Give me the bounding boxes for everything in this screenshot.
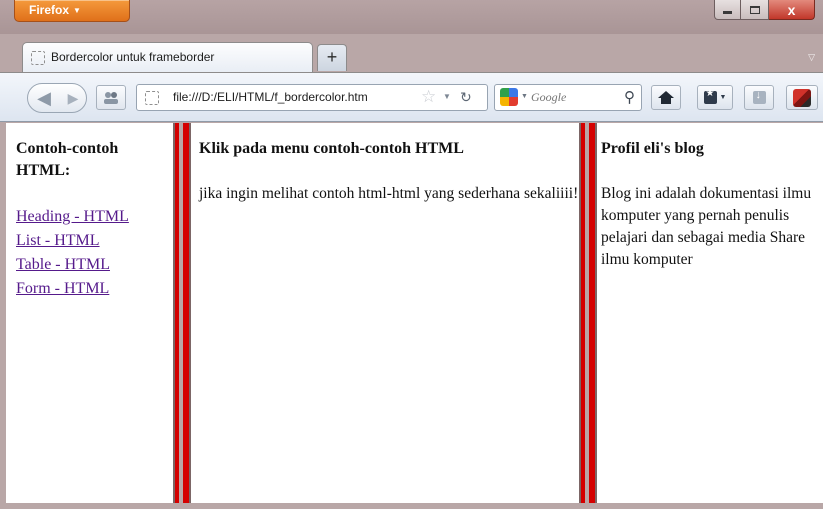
identity-button[interactable] — [96, 85, 126, 110]
chevron-down-icon: ▼ — [73, 6, 81, 15]
main-text: jika ingin melihat contoh html-html yang… — [199, 185, 579, 202]
google-engine-icon[interactable] — [500, 88, 518, 106]
firefox-menu-label: Firefox — [29, 3, 70, 17]
bookmarks-button[interactable]: ▼ — [697, 85, 733, 110]
home-icon — [658, 91, 674, 104]
window-titlebar: Firefox ▼ x — [0, 0, 823, 34]
reload-icon[interactable]: ↻ — [460, 89, 472, 106]
tab-title: Bordercolor untuk frameborder — [51, 50, 215, 64]
page-favicon-icon — [31, 51, 45, 65]
window-controls: x — [714, 0, 815, 20]
close-icon: x — [787, 1, 796, 18]
addon-cube-icon — [793, 88, 811, 107]
maximize-icon — [749, 5, 760, 14]
search-input[interactable] — [531, 85, 609, 110]
link-table-html[interactable]: Table - HTML — [16, 253, 173, 277]
profile-text: Blog ini adalah dokumentasi ilmu kompute… — [601, 185, 812, 268]
frame-border-highlight — [585, 123, 589, 503]
close-button[interactable]: x — [769, 0, 815, 20]
addon-button[interactable] — [786, 85, 818, 110]
home-button[interactable] — [651, 85, 681, 110]
url-input[interactable] — [173, 85, 419, 110]
site-identity-icon — [145, 91, 159, 105]
chevron-down-icon: ▼ — [719, 94, 727, 101]
tab-active[interactable]: Bordercolor untuk frameborder — [22, 42, 313, 72]
frame-menu: Contoh-contoh HTML: Heading - HTML List … — [6, 123, 173, 503]
link-form-html[interactable]: Form - HTML — [16, 277, 173, 301]
firefox-menu-button[interactable]: Firefox ▼ — [14, 0, 130, 22]
forward-button[interactable]: ▶ — [62, 84, 84, 112]
minimize-icon — [723, 11, 732, 14]
downloads-button[interactable] — [744, 85, 774, 110]
new-tab-button[interactable]: + — [317, 44, 347, 71]
frame-border-highlight — [179, 123, 183, 503]
frame-border-left[interactable] — [173, 123, 191, 503]
people-icon — [104, 91, 118, 104]
bookmarks-icon — [703, 88, 717, 104]
frame-border-right[interactable] — [579, 123, 597, 503]
link-heading-html[interactable]: Heading - HTML — [16, 205, 173, 229]
menu-heading: Contoh-contoh HTML: — [16, 140, 119, 179]
history-dropdown-icon[interactable]: ▼ — [443, 92, 451, 101]
navigation-toolbar: ◀ ▶ ☆ ▼ ↻ ▼ ⚲ ▼ — [0, 72, 823, 122]
search-bar[interactable]: ▼ ⚲ — [494, 84, 642, 111]
window-bottom-edge — [0, 503, 823, 509]
engine-dropdown-icon[interactable]: ▼ — [521, 93, 528, 100]
frame-main: Klik pada menu contoh-contoh HTML jika i… — [191, 123, 579, 503]
page-content: Contoh-contoh HTML: Heading - HTML List … — [6, 123, 823, 503]
search-icon[interactable]: ⚲ — [624, 88, 635, 106]
forward-arrow-icon: ▶ — [67, 89, 79, 106]
back-button[interactable]: ◀ — [28, 84, 60, 112]
minimize-button[interactable] — [714, 0, 741, 20]
link-list-html[interactable]: List - HTML — [16, 229, 173, 253]
bookmark-star-icon[interactable]: ☆ — [421, 87, 436, 107]
download-icon — [752, 89, 766, 104]
main-heading: Klik pada menu contoh-contoh HTML — [199, 140, 464, 157]
back-arrow-icon: ◀ — [37, 87, 51, 108]
frame-profile: Profil eli's blog Blog ini adalah dokume… — [597, 123, 823, 503]
profile-heading: Profil eli's blog — [601, 140, 704, 157]
maximize-button[interactable] — [741, 0, 769, 20]
address-bar[interactable]: ☆ ▼ ↻ — [136, 84, 488, 111]
back-forward-group: ◀ ▶ — [27, 83, 87, 113]
tab-list-chevron-icon[interactable]: ▽ — [808, 52, 815, 63]
